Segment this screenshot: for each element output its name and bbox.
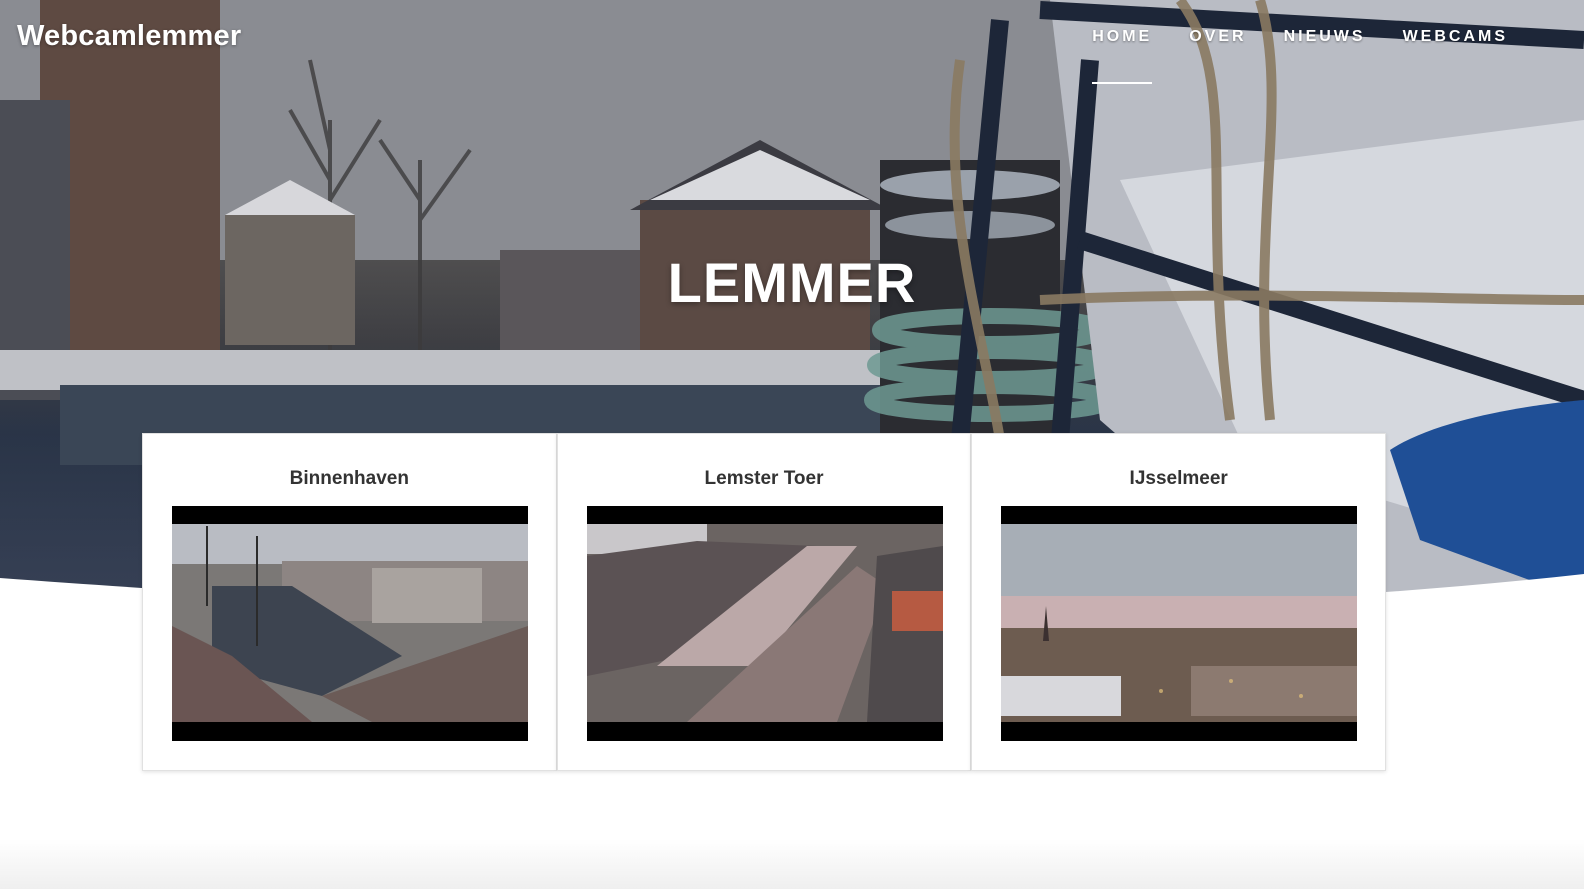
webcam-card-title: Binnenhaven (289, 468, 409, 489)
webcam-cards: Binnenhaven Lemster Toer IJsselmeer (142, 433, 1387, 771)
webcam-card-lemster-toer: Lemster Toer (556, 433, 972, 771)
webcam-thumbnail-binnenhaven[interactable] (172, 506, 528, 741)
page-bottom-fade (0, 839, 1584, 889)
webcam-thumbnail-lemster-toer[interactable] (586, 506, 943, 741)
nav-item-nieuws[interactable]: NIEUWS (1284, 28, 1366, 46)
webcam-card-title: Lemster Toer (704, 468, 824, 489)
nav-item-webcams[interactable]: WEBCAMS (1403, 28, 1508, 46)
main-navigation: HOME OVER NIEUWS WEBCAMS (1055, 28, 1508, 84)
webcam-card-binnenhaven: Binnenhaven (142, 433, 557, 771)
webcam-card-title: IJsselmeer (1129, 468, 1228, 489)
hero-title: LEMMER (667, 251, 917, 314)
nav-item-over[interactable]: OVER (1189, 28, 1246, 46)
webcam-card-ijsselmeer: IJsselmeer (971, 433, 1387, 771)
site-logo-link[interactable]: Webcamlemmer (17, 20, 241, 53)
nav-item-home[interactable]: HOME (1092, 28, 1153, 84)
webcam-thumbnail-ijsselmeer[interactable] (1001, 506, 1358, 741)
